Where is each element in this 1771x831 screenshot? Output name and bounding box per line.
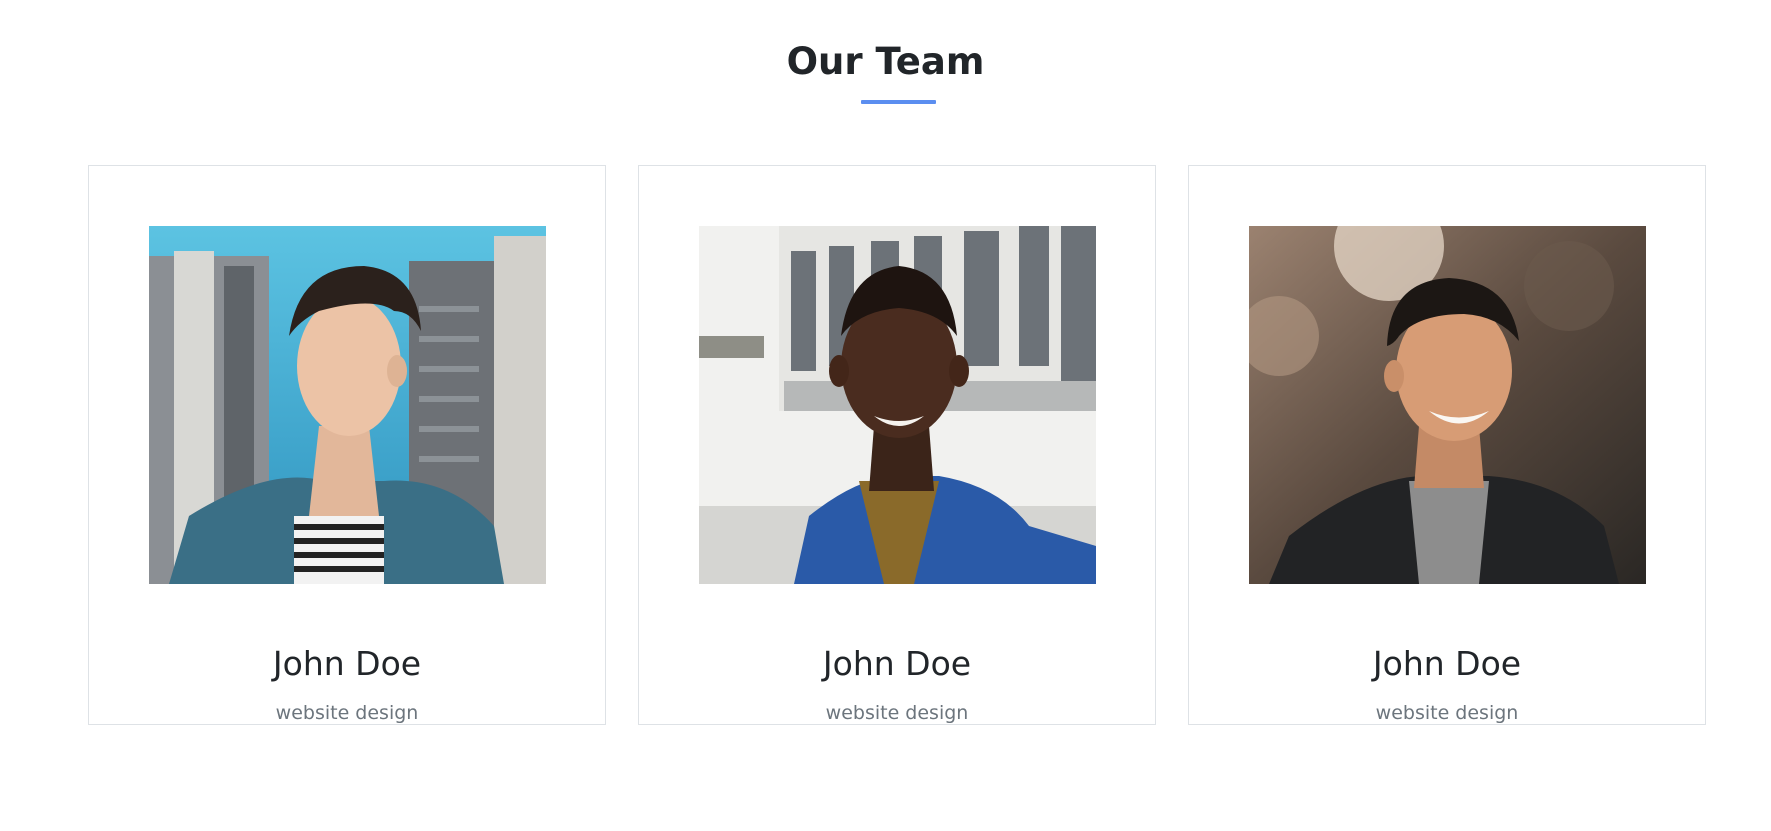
member-name: John Doe (822, 644, 972, 683)
member-photo (149, 226, 546, 584)
member-photo (1249, 226, 1646, 584)
team-card: John Doe website design (1188, 165, 1706, 725)
section-title: Our Team (786, 40, 985, 83)
title-underline (861, 100, 936, 104)
member-role: website design (1375, 702, 1519, 724)
member-name: John Doe (1372, 644, 1522, 683)
team-card: John Doe website design (88, 165, 606, 725)
team-section: Our Team John Doe website design John Do… (0, 0, 1771, 831)
member-name: John Doe (272, 644, 422, 683)
member-photo (699, 226, 1096, 584)
team-card: John Doe website design (638, 165, 1156, 725)
member-role: website design (825, 702, 969, 724)
member-role: website design (275, 702, 419, 724)
